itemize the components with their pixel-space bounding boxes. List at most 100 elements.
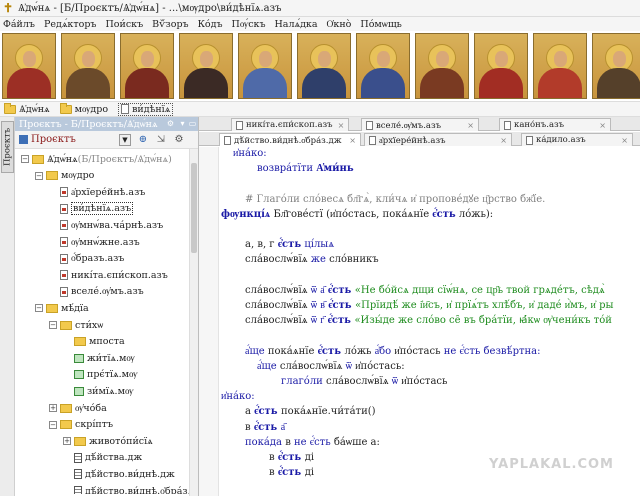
tree-row[interactable]: вселе́.ѹ҆мъ.азъ (49, 284, 144, 300)
icon-thumbnail[interactable] (238, 33, 292, 99)
tree-item-label: Ѧ҆дѡ́нѧ (47, 153, 78, 165)
file-icon (369, 135, 376, 145)
collapse-icon[interactable]: − (49, 321, 57, 329)
scroll-from-source-icon[interactable]: ⊕ (137, 134, 149, 146)
code-token: а, в, г (245, 239, 278, 251)
tree-row[interactable]: мпоста (63, 334, 125, 350)
collapse-icon[interactable]: − (21, 155, 29, 163)
expand-icon[interactable]: + (49, 404, 57, 412)
editor-tab[interactable]: кано́нъ.азъ × (499, 118, 611, 131)
editor-tab[interactable]: никі́та.єпи́скоп.азъ × (231, 118, 349, 131)
close-icon[interactable]: × (594, 121, 606, 130)
icon-thumbnail[interactable] (415, 33, 469, 99)
hide-panel-icon[interactable]: ▭ (187, 119, 198, 129)
editor-tab[interactable]: вселе́.ѹ҆мъ.азъ × (361, 118, 479, 131)
tree-item-label: прє́тїѧ.мѹ (87, 369, 138, 381)
icon-thumbnail[interactable] (2, 33, 56, 99)
code-token: же (310, 254, 330, 266)
menu-item[interactable]: Фа́йлъ (3, 19, 35, 30)
collapse-icon[interactable]: − (35, 171, 43, 180)
tree-scrollbar-thumb[interactable] (191, 163, 197, 253)
tree-scrollbar[interactable] (189, 149, 198, 496)
tree-item-label: мѣ́дїа (61, 302, 89, 314)
editor-tab-label: ка́дило.азъ (536, 135, 586, 145)
tree-row[interactable]: − Ѧ҆дѡ́нѧ (Б/Проєктъ/Ѧ҆дѡ́нѧ) (21, 151, 172, 167)
collapse-icon[interactable]: − (35, 304, 43, 313)
tree-row[interactable]: − скрі́птъ (49, 417, 113, 433)
tree-row[interactable]: никі́та.єпи́скоп.азъ (49, 267, 168, 283)
code-token: ба́ѡше а: (333, 436, 380, 448)
folder-icon (74, 436, 86, 446)
tree-row[interactable]: прє́тїѧ.мѹ (63, 367, 137, 383)
code-token: и҆по́стась (394, 345, 444, 357)
chevron-down-icon[interactable]: ▼ (119, 134, 131, 146)
menu-item[interactable]: Вѷ́зоръ (152, 19, 188, 30)
tree-row[interactable]: о҆́бразъ.азъ (49, 251, 124, 267)
tree-row[interactable]: ѹ҆мнѡ́жне.азъ (49, 234, 140, 250)
menu-item[interactable]: По́мѡщь (360, 19, 401, 30)
menu-item[interactable]: Ко́дъ (198, 19, 223, 30)
breadcrumb-item[interactable]: Ѧ҆дѡ́нѧ (4, 102, 50, 115)
icon-thumbnail[interactable] (61, 33, 115, 99)
robe-shape (538, 68, 582, 98)
code-area[interactable]: и҆на́ко: возвра́тїти А҆ми́нь # Глаго́ли сл… (221, 147, 640, 496)
menu-item[interactable]: Редѧ́кторъ (44, 19, 97, 30)
breadcrumb-item[interactable]: мѹдро (59, 102, 108, 115)
menu-item[interactable]: О҆кно̀ (327, 19, 352, 30)
menu-item[interactable]: Пои́скъ (105, 19, 143, 30)
icon-thumbnail[interactable] (474, 33, 528, 99)
tree-row[interactable]: − сти́хѡ (49, 317, 103, 333)
editor-tab-label: никі́та.єпи́скоп.азъ (246, 120, 333, 130)
expand-icon[interactable]: + (63, 437, 71, 446)
script-file-icon (74, 469, 82, 480)
collapse-icon[interactable]: − (49, 420, 57, 429)
editor-tab[interactable]: дѣ́йство.ви́днѣ.о҆бра́з.дж × (219, 133, 361, 146)
code-token: «Не бо́йсѧ дщи сїѡ́нѧ, се цр҃ь твой грѧд… (354, 284, 605, 296)
tree-row[interactable]: а҆рхїере́йнѣ.азъ (49, 184, 145, 200)
tree-row[interactable]: дѣ́йство.ви́днѣ.дж (63, 466, 175, 482)
code-token: є҆́сть (317, 345, 345, 357)
menu-item[interactable]: Налѧ́дка (275, 19, 318, 30)
tree-row[interactable]: дѣ́йства.дж (63, 450, 142, 466)
tree-row[interactable]: ви́дѣнїѧ.азъ (49, 201, 134, 217)
tree-row[interactable]: дѣ́йство.ви́днѣ.о҆бра́з.дж (63, 483, 198, 494)
tree-row[interactable]: жи́тїѧ.мѹ (63, 350, 135, 366)
icon-thumbnail[interactable] (356, 33, 410, 99)
icon-thumbnail[interactable] (297, 33, 351, 99)
editor-tabs-row-2: дѣ́йство.ви́днѣ.о҆бра́з.дж × а҆рхїере́йнѣ.… (199, 132, 640, 146)
close-icon[interactable]: × (495, 136, 507, 145)
file-icon (526, 135, 533, 145)
tree-row[interactable]: + живото́пи́сїѧ (63, 433, 153, 449)
tree-row[interactable]: ѹ҆мнѡ́ва.ча́рнѣ.азъ (49, 217, 163, 233)
gear-icon[interactable]: ⚙ (173, 134, 185, 146)
project-view-selector[interactable]: Проєктъ (19, 134, 76, 145)
code-line: а҆́ще сла́вослѡ́вїѧ ѿ и҆по́стась: (257, 360, 405, 374)
icon-thumbnail[interactable] (533, 33, 587, 99)
code-line: сла́вослѡ́вїѧ ѿ а҃ є҆́сть «Не бо́йсѧ дщи… (245, 284, 605, 298)
tree-item-label: ѹ҆мнѡ́жне.азъ (71, 236, 140, 248)
tree-row[interactable]: − мѣ́дїа (35, 300, 89, 316)
menu-item[interactable]: Пѹ́скъ (232, 19, 266, 30)
close-icon[interactable]: × (462, 121, 474, 130)
settings-icon[interactable]: ⚙ (165, 119, 176, 129)
tree-row[interactable]: + ѹ҆чо́ба (49, 400, 107, 416)
project-tool-tab[interactable]: Проєктъ (1, 121, 14, 173)
tree-item-label: дѣ́йство.ви́днѣ.дж (85, 468, 175, 480)
icon-thumbnail[interactable] (179, 33, 233, 99)
collapse-all-icon[interactable]: ⇲ (155, 134, 167, 146)
editor-tab[interactable]: а҆рхїере́йнѣ.азъ × (364, 133, 512, 146)
tree-row[interactable]: зи́мїѧ.мѹ (63, 383, 133, 399)
icon-thumbnail[interactable] (592, 33, 640, 99)
breadcrumb-item[interactable]: ви́дѣнїѧ (118, 102, 174, 116)
file-icon (60, 220, 68, 231)
robe-shape (243, 68, 287, 98)
code-token: сла́вослѡ́вїѧ (326, 376, 392, 387)
close-icon[interactable]: × (333, 121, 345, 130)
code-token: пока́ѧнїе.чи́та́ти() (281, 406, 376, 418)
app-icon: ✝ (3, 0, 14, 15)
tree-row[interactable]: − мѹдро (35, 168, 94, 184)
close-icon[interactable]: × (616, 136, 628, 145)
close-icon[interactable]: × (344, 136, 356, 145)
icon-thumbnail[interactable] (120, 33, 174, 99)
editor-tab[interactable]: ка́дило.азъ × (521, 133, 633, 146)
